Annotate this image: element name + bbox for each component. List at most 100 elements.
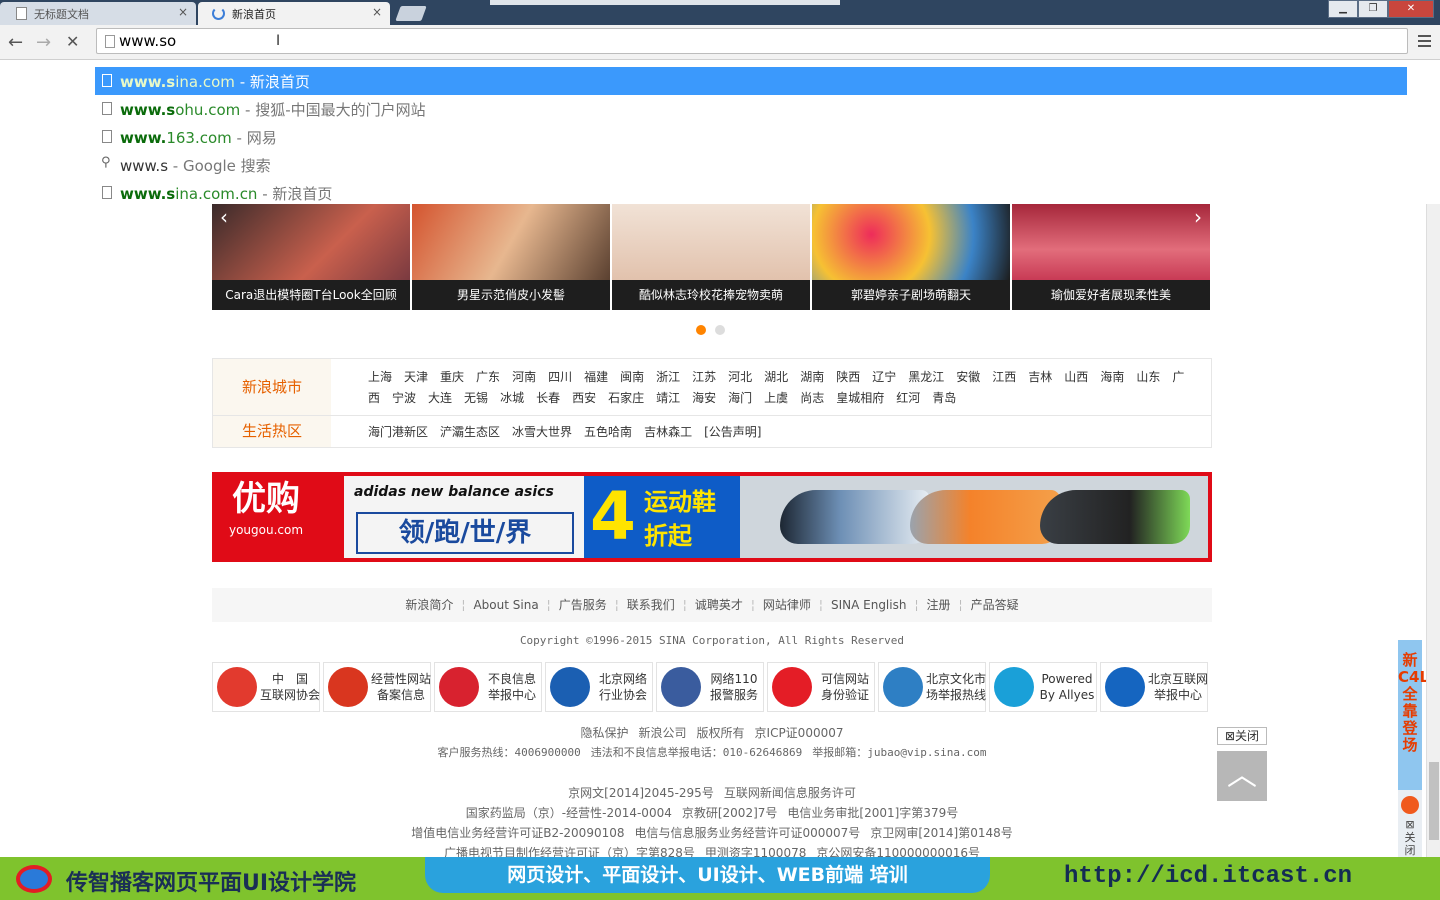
back-to-top-icon[interactable]: ︿ bbox=[1217, 751, 1267, 801]
city-link[interactable]: 尚志 bbox=[800, 391, 824, 405]
carousel-slide[interactable]: Cara退出模特圈T台Look全回顾 bbox=[212, 204, 410, 310]
address-input[interactable] bbox=[119, 32, 1319, 50]
cert-badge[interactable]: 经营性网站 备案信息 bbox=[323, 662, 431, 712]
play-icon[interactable] bbox=[1401, 796, 1419, 814]
hot-zone-link[interactable]: 浐灞生态区 bbox=[440, 425, 500, 439]
cert-badge[interactable]: Powered By Allyes bbox=[989, 662, 1097, 712]
footer-nav-link[interactable]: 产品答疑 bbox=[971, 598, 1019, 612]
footer-nav-link[interactable]: 网站律师 bbox=[763, 598, 811, 612]
footer-link[interactable]: 举报邮箱：jubao@vip.sina.com bbox=[812, 746, 986, 759]
hot-zone-link[interactable]: 吉林森工 bbox=[644, 425, 692, 439]
tab-sina[interactable]: 新浪首页 × bbox=[198, 2, 390, 25]
scrollbar-thumb[interactable] bbox=[1429, 762, 1439, 840]
tab-close-icon[interactable]: × bbox=[372, 5, 382, 19]
city-link[interactable]: 海南 bbox=[1100, 370, 1124, 384]
city-link[interactable]: 海门 bbox=[728, 391, 752, 405]
footer-link[interactable]: 增值电信业务经营许可证B2-20090108 bbox=[411, 826, 624, 840]
suggestion-item[interactable]: www.sina.com.cn - 新浪首页 bbox=[95, 179, 1407, 207]
footer-link[interactable]: 隐私保护 bbox=[580, 726, 628, 740]
cert-badge[interactable]: 北京文化市 场举报热线 bbox=[878, 662, 986, 712]
hot-zone-link[interactable]: [公告声明] bbox=[704, 425, 761, 439]
vertical-scrollbar[interactable] bbox=[1426, 204, 1440, 857]
footer-link[interactable]: 电信与信息服务业务经营许可证000007号 bbox=[635, 826, 861, 840]
pagination-dot-active[interactable] bbox=[696, 325, 706, 335]
footer-link[interactable]: 互联网新闻信息服务许可 bbox=[724, 786, 856, 800]
footer-link[interactable]: 甲测资字1100078 bbox=[705, 846, 806, 857]
footer-link[interactable]: 京公网安备110000000016号 bbox=[816, 846, 980, 857]
city-link[interactable]: 红河 bbox=[896, 391, 920, 405]
pagination-dot[interactable] bbox=[715, 325, 725, 335]
cert-badge[interactable]: 可信网站 身份验证 bbox=[767, 662, 875, 712]
forward-button[interactable]: → bbox=[36, 32, 51, 53]
footer-nav-link[interactable]: 新浪简介 bbox=[405, 598, 453, 612]
address-bar[interactable] bbox=[96, 28, 1408, 54]
footer-link[interactable]: 国家药监局（京）-经营性-2014-0004 bbox=[466, 806, 672, 820]
city-link[interactable]: 宁波 bbox=[392, 391, 416, 405]
footer-link[interactable]: 版权所有 bbox=[697, 726, 745, 740]
city-link[interactable]: 长春 bbox=[536, 391, 560, 405]
side-float-ad[interactable]: 新C4L全靠登场 ⊠关闭 bbox=[1398, 640, 1429, 857]
chrome-menu-icon[interactable] bbox=[1418, 35, 1431, 47]
footer-nav-link[interactable]: About Sina bbox=[473, 598, 538, 612]
carousel-slide[interactable]: 男星示范俏皮小发髻 bbox=[412, 204, 610, 310]
footer-nav-link[interactable]: 诚聘英才 bbox=[695, 598, 743, 612]
carousel-prev-icon[interactable]: ‹ bbox=[212, 204, 236, 234]
yougou-ad-banner[interactable]: 优购 yougou.com adidas new balance asics 领… bbox=[212, 472, 1212, 562]
suggestion-item[interactable]: ⚲ www.s - Google 搜索 bbox=[95, 151, 1407, 179]
city-link[interactable]: 重庆 bbox=[440, 370, 464, 384]
footer-nav-link[interactable]: 联系我们 bbox=[627, 598, 675, 612]
footer-link[interactable]: 电信业务审批[2001]字第379号 bbox=[787, 806, 958, 820]
city-link[interactable]: 大连 bbox=[428, 391, 452, 405]
back-button[interactable]: ← bbox=[8, 32, 23, 53]
suggestion-item[interactable]: www.sohu.com - 搜狐-中国最大的门户网站 bbox=[95, 95, 1407, 123]
city-link[interactable]: 青岛 bbox=[932, 391, 956, 405]
hot-zone-link[interactable]: 五色哈南 bbox=[584, 425, 632, 439]
city-link[interactable]: 石家庄 bbox=[608, 391, 644, 405]
carousel-slide[interactable]: 郭碧婷亲子剧场萌翻天 bbox=[812, 204, 1010, 310]
suggestion-item[interactable]: www.sina.com - 新浪首页 bbox=[95, 67, 1407, 95]
side-ad-close-button[interactable]: ⊠关闭 bbox=[1400, 818, 1420, 857]
city-link[interactable]: 湖北 bbox=[764, 370, 788, 384]
city-link[interactable]: 吉林 bbox=[1028, 370, 1052, 384]
city-link[interactable]: 陕西 bbox=[836, 370, 860, 384]
city-link[interactable]: 山东 bbox=[1136, 370, 1160, 384]
city-link[interactable]: 江西 bbox=[992, 370, 1016, 384]
window-close-button[interactable]: ✕ bbox=[1388, 0, 1434, 18]
footer-link[interactable]: 京教研[2002]7号 bbox=[682, 806, 778, 820]
footer-link[interactable]: 广播电视节目制作经营许可证（京）字第828号 bbox=[444, 846, 695, 857]
suggestion-item[interactable]: www.163.com - 网易 bbox=[95, 123, 1407, 151]
carousel-slide[interactable]: 酷似林志玲校花捧宠物卖萌 bbox=[612, 204, 810, 310]
city-link[interactable]: 辽宁 bbox=[872, 370, 896, 384]
cert-badge[interactable]: 不良信息 举报中心 bbox=[434, 662, 542, 712]
tab-untitled[interactable]: 无标题文档 × bbox=[0, 2, 196, 25]
city-link[interactable]: 上海 bbox=[368, 370, 392, 384]
footer-link[interactable]: 京ICP证000007 bbox=[755, 726, 844, 740]
city-link[interactable]: 无锡 bbox=[464, 391, 488, 405]
footer-nav-link[interactable]: 注册 bbox=[927, 598, 951, 612]
hot-zone-link[interactable]: 海门港新区 bbox=[368, 425, 428, 439]
city-link[interactable]: 福建 bbox=[584, 370, 608, 384]
maximize-button[interactable]: ❐ bbox=[1358, 0, 1388, 18]
cert-badge[interactable]: 北京网络 行业协会 bbox=[545, 662, 653, 712]
carousel-slide[interactable]: 瑜伽爱好者展现柔性美 bbox=[1012, 204, 1210, 310]
city-link[interactable]: 海安 bbox=[692, 391, 716, 405]
footer-link[interactable]: 客户服务热线：4006900000 bbox=[438, 746, 581, 759]
city-link[interactable]: 靖江 bbox=[656, 391, 680, 405]
footer-link[interactable]: 新浪公司 bbox=[639, 726, 687, 740]
new-tab-button[interactable] bbox=[395, 6, 427, 21]
city-link[interactable]: 安徽 bbox=[956, 370, 980, 384]
city-link[interactable]: 西安 bbox=[572, 391, 596, 405]
hot-zone-link[interactable]: 冰雪大世界 bbox=[512, 425, 572, 439]
footer-link[interactable]: 京卫网审[2014]第0148号 bbox=[870, 826, 1012, 840]
footer-nav-link[interactable]: 广告服务 bbox=[559, 598, 607, 612]
footer-link[interactable]: 京网文[2014]2045-295号 bbox=[568, 786, 714, 800]
city-link[interactable]: 冰城 bbox=[500, 391, 524, 405]
stop-button[interactable]: ✕ bbox=[66, 32, 79, 51]
minimize-button[interactable]: ▁ bbox=[1328, 0, 1358, 18]
city-link[interactable]: 闽南 bbox=[620, 370, 644, 384]
cert-badge[interactable]: 网络110 报警服务 bbox=[656, 662, 764, 712]
city-link[interactable]: 广东 bbox=[476, 370, 500, 384]
city-link[interactable]: 河北 bbox=[728, 370, 752, 384]
city-link[interactable]: 黑龙江 bbox=[908, 370, 944, 384]
city-link[interactable]: 江苏 bbox=[692, 370, 716, 384]
